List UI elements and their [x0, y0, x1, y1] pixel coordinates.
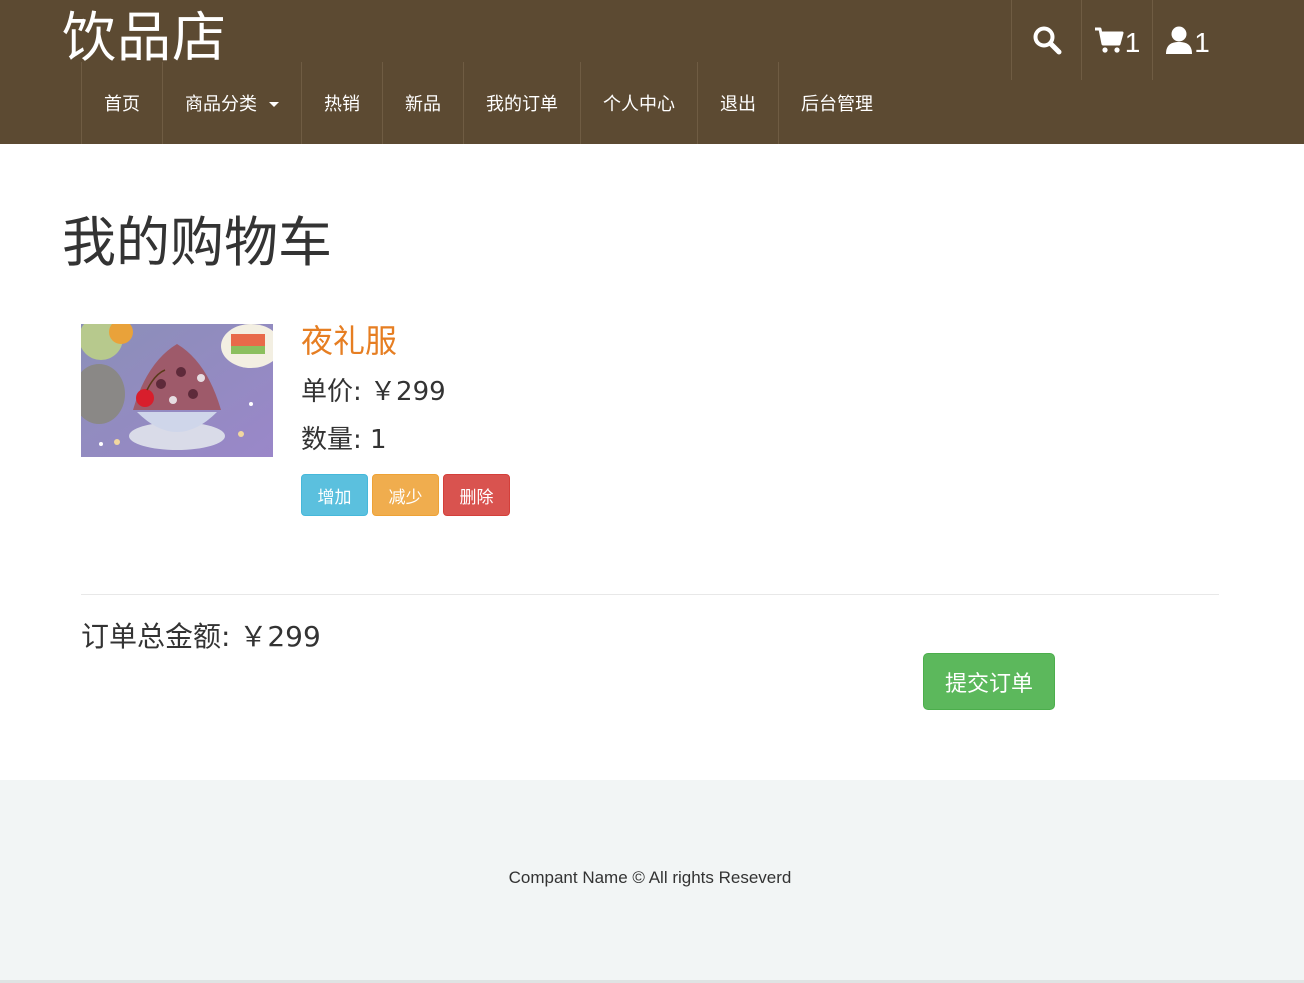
nav-item-home[interactable]: 首页	[81, 62, 162, 144]
nav-item-logout[interactable]: 退出	[697, 62, 778, 144]
nav-item-label: 我的订单	[486, 94, 558, 115]
search-icon	[1032, 25, 1062, 55]
divider	[81, 594, 1219, 595]
product-price: 单价: ￥299	[301, 377, 446, 407]
nav-item-profile[interactable]: 个人中心	[580, 62, 697, 144]
nav-item-label: 后台管理	[801, 94, 873, 115]
main-nav: 首页 商品分类 热销 新品 我的订单 个人中心 退出 后台管理	[81, 62, 895, 144]
order-total: 订单总金额: ￥299	[81, 620, 321, 653]
nav-item-new[interactable]: 新品	[382, 62, 463, 144]
search-button[interactable]	[1011, 0, 1081, 80]
nav-item-label: 首页	[104, 94, 140, 115]
delete-button[interactable]: 删除	[443, 474, 510, 516]
page-title: 我的购物车	[62, 211, 332, 274]
cart-button[interactable]: 1	[1081, 0, 1152, 80]
site-header: 饮品店 首页 商品分类 热销 新品 我的订单 个人中心 退出 后台管理 1 1	[0, 0, 1304, 144]
user-count: 1	[1194, 27, 1210, 58]
product-quantity: 数量: 1	[301, 425, 387, 455]
cart-icon	[1094, 25, 1124, 55]
cart-item-actions: 增加 减少 删除	[301, 474, 514, 516]
product-image[interactable]	[81, 324, 273, 457]
nav-item-categories[interactable]: 商品分类	[162, 62, 301, 144]
nav-item-admin[interactable]: 后台管理	[778, 62, 895, 144]
caret-down-icon	[269, 101, 279, 107]
submit-order-button[interactable]: 提交订单	[923, 653, 1055, 710]
nav-item-label: 个人中心	[603, 94, 675, 115]
user-icon	[1165, 25, 1193, 55]
nav-item-label: 新品	[405, 94, 441, 115]
header-tools: 1 1	[1011, 0, 1222, 80]
cart-count: 1	[1124, 27, 1141, 58]
nav-item-label: 商品分类	[185, 94, 257, 115]
footer-copyright: Compant Name © All rights Reseverd	[508, 868, 792, 887]
site-footer: Compant Name © All rights Reseverd	[0, 780, 1304, 980]
user-button[interactable]: 1	[1152, 0, 1222, 80]
product-name-link[interactable]: 夜礼服	[301, 320, 397, 362]
nav-item-hot[interactable]: 热销	[301, 62, 382, 144]
decrease-button[interactable]: 减少	[372, 474, 439, 516]
nav-item-label: 退出	[720, 94, 756, 115]
increase-button[interactable]: 增加	[301, 474, 368, 516]
nav-item-label: 热销	[324, 94, 360, 115]
nav-item-my-orders[interactable]: 我的订单	[463, 62, 580, 144]
